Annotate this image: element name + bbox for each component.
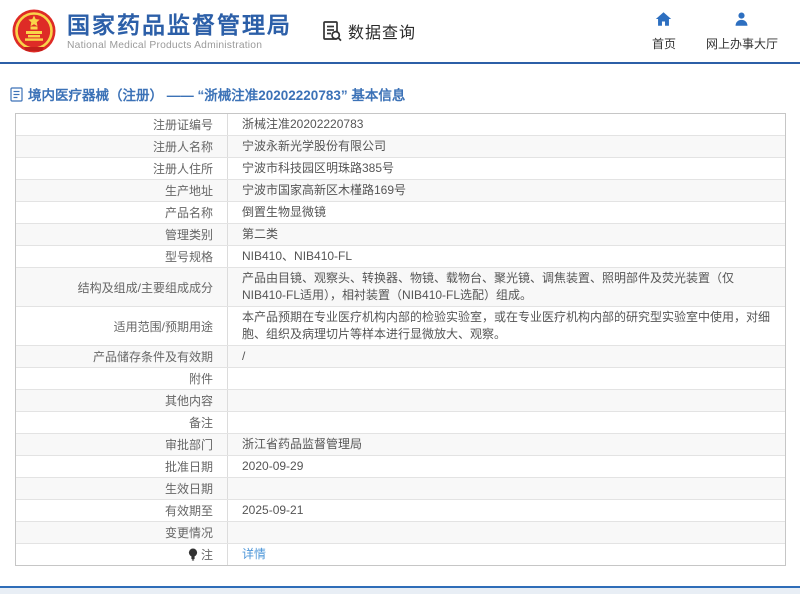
- table-row: 注册人名称宁波永新光学股份有限公司: [16, 136, 785, 158]
- field-label: 生产地址: [16, 180, 228, 201]
- table-row: 管理类别第二类: [16, 224, 785, 246]
- field-value: 产品由目镜、观察头、转换器、物镜、载物台、聚光镜、调焦装置、照明部件及荧光装置（…: [228, 268, 785, 306]
- field-label: 结构及组成/主要组成成分: [16, 268, 228, 306]
- field-label: 生效日期: [16, 478, 228, 499]
- table-row: 结构及组成/主要组成成分产品由目镜、观察头、转换器、物镜、载物台、聚光镜、调焦装…: [16, 268, 785, 307]
- table-row: 生产地址宁波市国家高新区木槿路169号: [16, 180, 785, 202]
- header-nav: 首页 网上办事大厅: [652, 11, 778, 52]
- field-label: 其他内容: [16, 390, 228, 411]
- breadcrumb: 境内医疗器械（注册） —— “浙械注准20202220783” 基本信息: [10, 84, 800, 104]
- nav-online-hall-label: 网上办事大厅: [706, 35, 778, 52]
- nav-home[interactable]: 首页: [652, 11, 676, 52]
- org-name-en: National Medical Products Administration: [67, 40, 292, 51]
- home-icon: [655, 11, 672, 32]
- field-label: 变更情况: [16, 522, 228, 543]
- table-row: 注册人住所宁波市科技园区明珠路385号: [16, 158, 785, 180]
- field-value: 宁波市国家高新区木槿路169号: [228, 180, 785, 201]
- nav-home-label: 首页: [652, 35, 676, 52]
- field-label: 产品名称: [16, 202, 228, 223]
- field-value: [228, 412, 785, 433]
- page: 国家药品监督管理局 National Medical Products Admi…: [0, 0, 800, 594]
- field-value: [228, 478, 785, 499]
- field-value: 浙江省药品监督管理局: [228, 434, 785, 455]
- field-value: 详情: [228, 544, 785, 565]
- field-label: 附件: [16, 368, 228, 389]
- table-row: 批准日期2020-09-29: [16, 456, 785, 478]
- table-row: 审批部门浙江省药品监督管理局: [16, 434, 785, 456]
- field-label: 适用范围/预期用途: [16, 307, 228, 345]
- field-value: 宁波市科技园区明珠路385号: [228, 158, 785, 179]
- table-row: 备注: [16, 412, 785, 434]
- field-label: 备注: [16, 412, 228, 433]
- field-value: 倒置生物显微镜: [228, 202, 785, 223]
- table-row: 有效期至2025-09-21: [16, 500, 785, 522]
- field-label: 产品储存条件及有效期: [16, 346, 228, 367]
- document-search-icon: [320, 19, 344, 43]
- field-label: 注册证编号: [16, 114, 228, 135]
- table-row: 附件: [16, 368, 785, 390]
- page-title: 境内医疗器械（注册） —— “浙械注准20202220783” 基本信息: [28, 84, 405, 104]
- field-value: 2025-09-21: [228, 500, 785, 521]
- table-row: 生效日期: [16, 478, 785, 500]
- table-row: 型号规格NIB410、NIB410-FL: [16, 246, 785, 268]
- field-value: 第二类: [228, 224, 785, 245]
- person-icon: [733, 11, 750, 32]
- field-value: 本产品预期在专业医疗机构内部的检验实验室，或在专业医疗机构内部的研究型实验室中使…: [228, 307, 785, 345]
- table-row: 变更情况: [16, 522, 785, 544]
- field-label: 注: [16, 544, 228, 565]
- table-row: 注详情: [16, 544, 785, 565]
- table-row: 适用范围/预期用途本产品预期在专业医疗机构内部的检验实验室，或在专业医疗机构内部…: [16, 307, 785, 346]
- field-label: 审批部门: [16, 434, 228, 455]
- site-header: 国家药品监督管理局 National Medical Products Admi…: [0, 0, 800, 64]
- lightbulb-note-icon: [188, 548, 198, 561]
- data-query-section[interactable]: 数据查询: [320, 19, 416, 43]
- field-value: /: [228, 346, 785, 367]
- field-value: [228, 368, 785, 389]
- detail-link[interactable]: 详情: [242, 546, 266, 563]
- org-title-block: 国家药品监督管理局 National Medical Products Admi…: [67, 12, 292, 51]
- field-value: [228, 522, 785, 543]
- field-value: NIB410、NIB410-FL: [228, 246, 785, 267]
- field-value: 2020-09-29: [228, 456, 785, 477]
- national-emblem-logo: [10, 7, 58, 55]
- field-label: 注册人住所: [16, 158, 228, 179]
- table-row: 产品名称倒置生物显微镜: [16, 202, 785, 224]
- table-row: 注册证编号浙械注准20202220783: [16, 114, 785, 136]
- footer-strip: [0, 586, 800, 594]
- data-query-label: 数据查询: [348, 19, 416, 43]
- org-name-cn: 国家药品监督管理局: [67, 12, 292, 38]
- document-icon: [10, 87, 23, 102]
- field-value: [228, 390, 785, 411]
- field-label: 型号规格: [16, 246, 228, 267]
- field-label: 注册人名称: [16, 136, 228, 157]
- field-value: 宁波永新光学股份有限公司: [228, 136, 785, 157]
- table-row: 其他内容: [16, 390, 785, 412]
- field-label: 批准日期: [16, 456, 228, 477]
- info-table: 注册证编号浙械注准20202220783注册人名称宁波永新光学股份有限公司注册人…: [15, 113, 786, 566]
- field-label: 管理类别: [16, 224, 228, 245]
- field-value: 浙械注准20202220783: [228, 114, 785, 135]
- table-row: 产品储存条件及有效期/: [16, 346, 785, 368]
- field-label: 有效期至: [16, 500, 228, 521]
- nav-online-hall[interactable]: 网上办事大厅: [706, 11, 778, 52]
